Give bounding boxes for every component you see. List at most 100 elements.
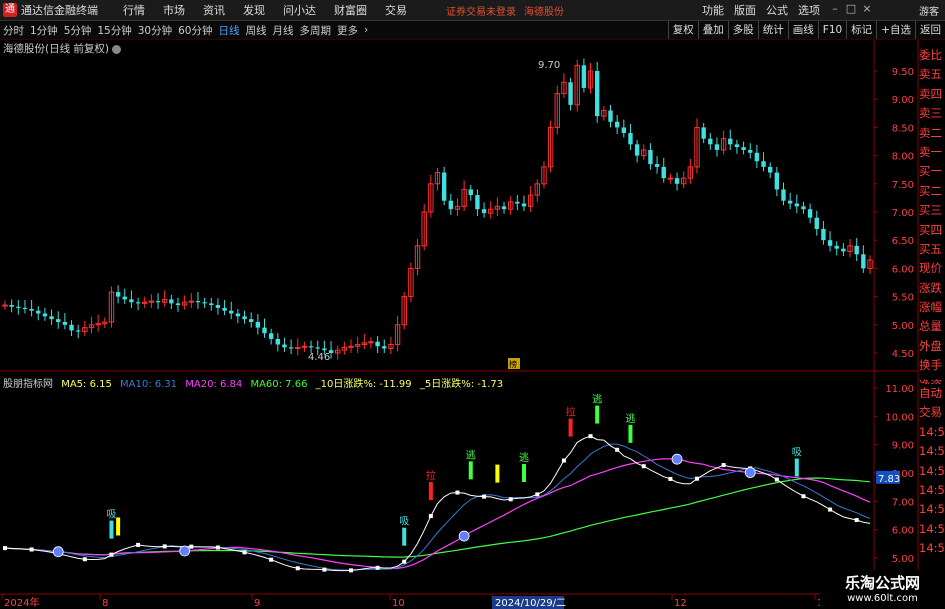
candle-body-down [754,152,760,162]
ticker-label-4: 14:56 [919,463,945,478]
ma5-dot [242,550,247,555]
candle-body-down [767,166,773,173]
candle-body-down [701,127,706,139]
candle-body-down [382,346,387,349]
signal-bar [495,464,500,483]
x-tick-label: 9 [254,598,260,609]
legend-ma5: MA5: 6.15 [61,379,112,390]
candle-body-down [674,178,680,184]
candle-body-down [861,254,866,269]
ma60-line [4,477,871,558]
main-y-tick-label: 6.00 [892,264,914,275]
candle-body-down [741,147,746,150]
x-tick-label: 2024年 [4,596,39,609]
legend-ma60: MA60: 7.66 [250,379,308,390]
candle-body-down [16,306,21,308]
candle-body-down [708,138,713,145]
smile-badge-icon [52,546,64,558]
high-price-label: 9.70 [538,60,560,71]
ma5-dot [854,518,859,523]
candle-body-down [568,82,573,105]
cursor-date-label: 2024/10/29/二 [495,598,566,609]
smile-badge-icon [744,467,756,478]
ma5-dot [482,494,487,499]
watermark: 乐淘公式网 www.60lt.com [820,570,945,609]
chart-grid [0,40,919,609]
candle-body-down [29,309,34,311]
candle-body-down [169,299,174,304]
legend-5day-change: _5日涨跌%: -1.73 [419,379,504,390]
signal-label: 吸 [106,510,116,521]
x-tick-label: 10 [392,598,405,609]
candle-body-down [222,307,227,311]
candle-body-down [481,209,487,214]
candle-body-down [608,110,613,122]
candle-body-down [248,319,254,322]
order-book-label-13: 涨幅 [919,300,942,315]
candle-body-up [2,304,8,307]
signal-label: 逃 [466,448,476,461]
indicator-name[interactable]: 股朋指标网 [3,379,53,390]
candle-body-down [275,338,281,345]
legend-10day-change: _10日涨跌%: -11.99 [315,379,412,390]
candle-body-down [581,65,587,88]
candle-body-up [667,177,674,180]
candle-body-down [621,127,627,134]
signal-label: 吸 [792,448,802,459]
candle-body-down [841,248,846,252]
ma5-dot [215,545,220,550]
candle-body-down [175,303,181,306]
chart-canvas[interactable]: 9.70 4.46 榜 9.50 9.00 8.50 8.00 7.50 7.00 6.50 6.… [0,0,945,609]
candle-body-down [521,203,527,207]
candle-body-down [781,189,786,201]
watermark-title: 乐淘公式网 [844,574,920,592]
candle-body-down [235,313,241,317]
smile-badge-icon [179,545,191,557]
order-book-label-15: 外盘 [919,338,942,353]
ma5-dot [295,566,300,571]
candle-body-down [315,347,320,349]
candlesticks: 9.70 4.46 榜 [2,58,873,369]
ma5-dot [801,494,806,499]
order-book-label-9: 买四 [919,222,942,237]
order-book-label-14: 总量 [919,319,942,334]
ma5-dot [349,568,353,573]
candle-body-down [49,316,54,320]
candle-body-down [268,333,274,339]
candle-body-down [122,296,127,300]
candle-body-down [774,172,780,190]
candle-body-down [135,302,141,304]
x-tick-label: 8 [102,598,108,609]
signal-label: 拉 [426,469,436,482]
signal-bar [468,461,473,480]
settings-circle-icon[interactable] [112,44,122,54]
main-y-tick-label: 7.50 [892,180,914,191]
candle-body-down [308,346,314,348]
ma5-dot [641,464,646,469]
candle-body-down [614,121,620,128]
candle-body-down [728,138,733,145]
signal-label: 逃 [625,412,635,425]
candle-body-down [115,292,121,297]
signal-bar [428,482,433,501]
ma5-dot [109,552,114,557]
main-y-tick-label: 8.00 [892,152,914,163]
signal-bar [595,405,600,424]
x-axis: 2024年89102024/10/29/二121 [1,594,823,609]
order-book-label-8: 买三 [919,203,942,218]
order-book-label-11: 现价 [919,261,942,276]
ma5-dot [508,497,513,502]
event-marker-label: 榜 [509,359,517,369]
candle-body-down [322,348,327,351]
low-price-label: 4.46 [308,352,330,363]
order-book-panel: 委比卖五卖四卖三卖二卖一买一买二买三买四买五现价涨跌涨幅总量外盘换手净资收益 [919,46,945,415]
order-book-label-16: 换手 [919,358,942,373]
candle-body-down [821,228,826,241]
order-book-label-12: 涨跌 [919,280,942,295]
indicator-y-tick-label: 11.00 [885,384,914,395]
main-y-tick-label: 4.50 [892,349,914,360]
current-value-label: 7.83 [878,474,900,485]
candle-body-down [448,200,454,210]
ma5-dot [615,447,620,452]
ma5-dot [828,507,833,512]
